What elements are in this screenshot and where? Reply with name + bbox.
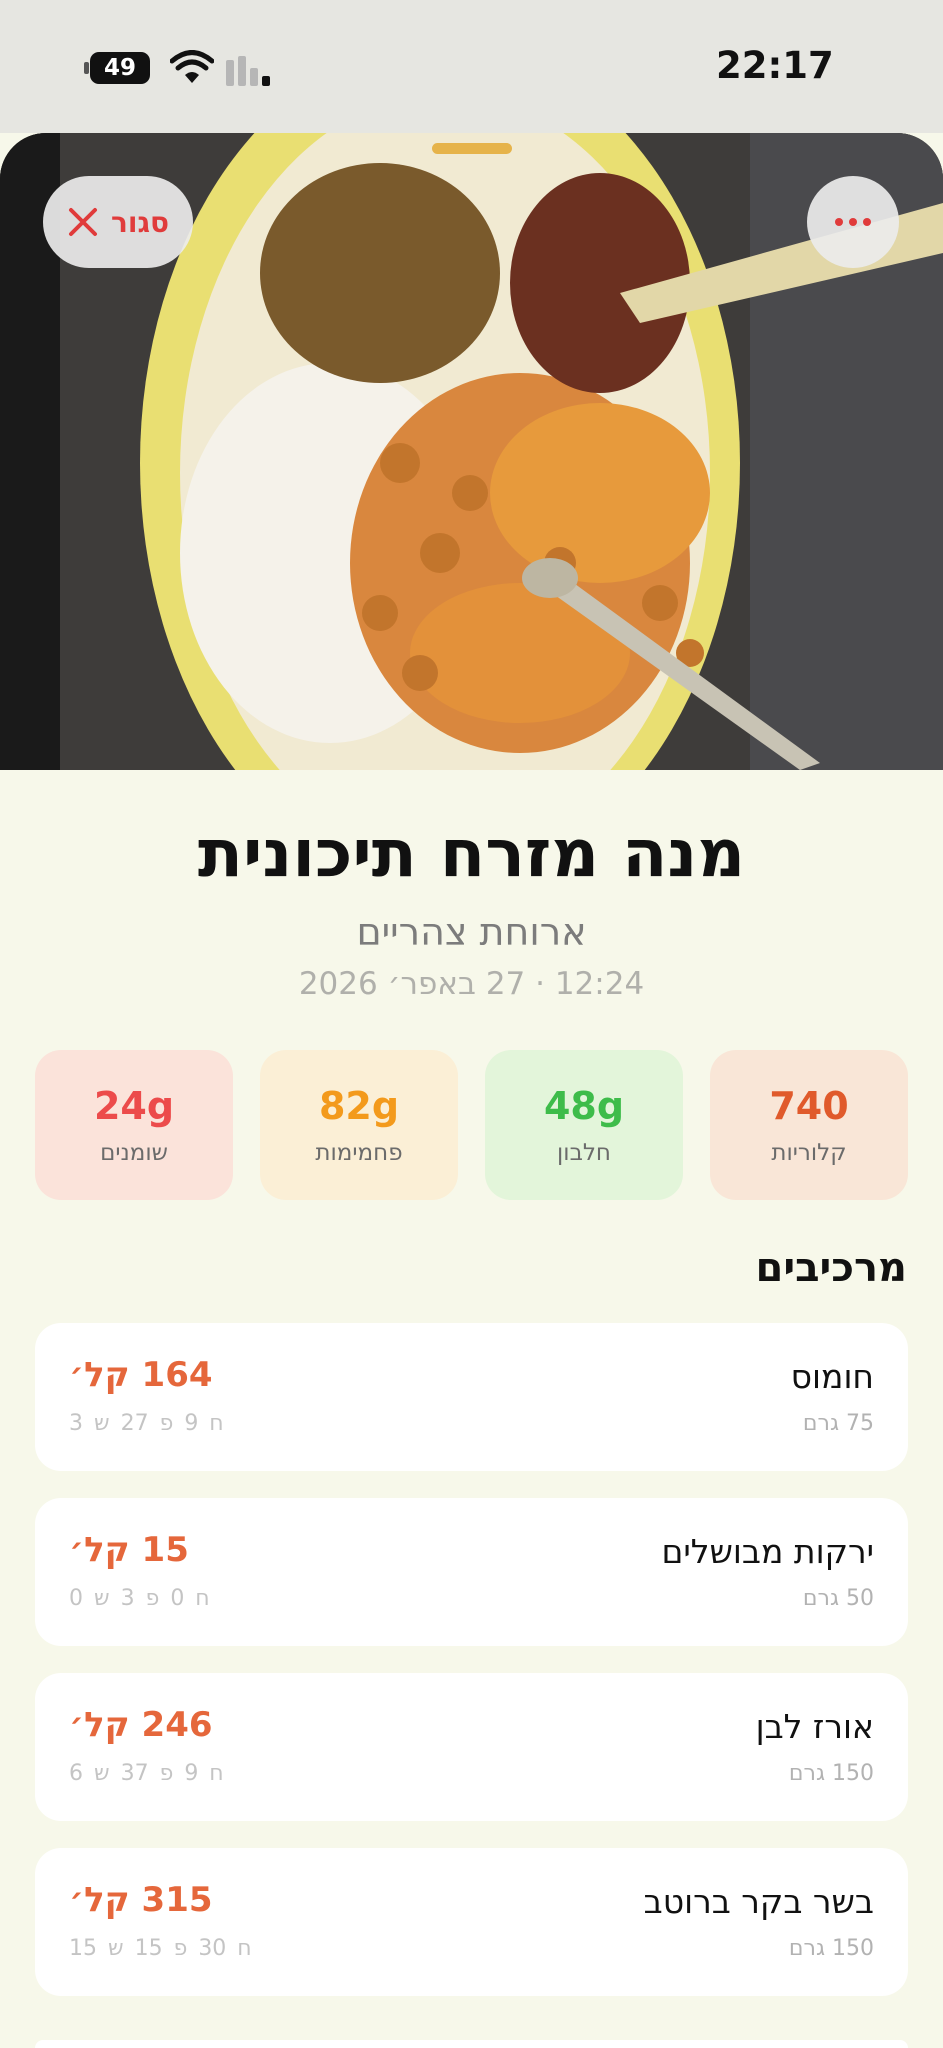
meal-title: מנה מזרח תיכונית bbox=[197, 815, 746, 892]
battery-level: 49 bbox=[90, 52, 150, 84]
battery-icon: 49 bbox=[84, 52, 152, 85]
close-icon bbox=[68, 208, 97, 236]
protein-value: 48g bbox=[543, 1084, 625, 1128]
more-options-button[interactable] bbox=[807, 176, 899, 268]
fat-value: 24g bbox=[93, 1084, 175, 1128]
calories-value: 740 bbox=[769, 1084, 849, 1128]
ingredient-macros: ח 9 פ 37 ש 6 bbox=[69, 1761, 224, 1786]
ingredient-macros: ח 30 פ 15 ש 15 bbox=[69, 1936, 252, 1961]
ingredient-item-partial[interactable] bbox=[35, 2040, 908, 2048]
signal-icon bbox=[226, 54, 276, 86]
carbs-label: פחמימות bbox=[315, 1140, 403, 1166]
ingredient-calories: 246 קל׳ bbox=[69, 1705, 213, 1745]
protein-label: חלבון bbox=[557, 1140, 611, 1166]
meal-datetime: 12:24 · 27 באפר׳ 2026 bbox=[298, 966, 645, 1002]
meal-type: ארוחת צהריים bbox=[356, 910, 587, 954]
ingredient-calories: 315 קל׳ bbox=[69, 1880, 213, 1920]
ingredient-weight: 150 גרם bbox=[788, 1936, 874, 1961]
ingredient-item[interactable]: אורז לבן 150 גרם 246 קל׳ ח 9 פ 37 ש 6 bbox=[35, 1673, 908, 1821]
ingredient-calories: 15 קל׳ bbox=[69, 1530, 189, 1570]
calories-card: 740 קלוריות bbox=[710, 1050, 908, 1200]
status-bar: 49 22:17 bbox=[0, 0, 943, 133]
carbs-value: 82g bbox=[318, 1084, 400, 1128]
ingredient-item[interactable]: ירקות מבושלים 50 גרם 15 קל׳ ח 0 פ 3 ש 0 bbox=[35, 1498, 908, 1646]
ingredient-item[interactable]: בשר בקר ברוטב 150 גרם 315 קל׳ ח 30 פ 15 … bbox=[35, 1848, 908, 1996]
ingredient-name: חומוס bbox=[790, 1357, 874, 1396]
ingredient-weight: 75 גרם bbox=[802, 1411, 874, 1436]
ingredient-calories: 164 קל׳ bbox=[69, 1355, 213, 1395]
ingredient-macros: ח 9 פ 27 ש 3 bbox=[69, 1411, 224, 1436]
carbs-card: 82g פחמימות bbox=[260, 1050, 458, 1200]
wifi-icon bbox=[170, 50, 214, 83]
close-label: סגור bbox=[110, 205, 169, 239]
ingredient-weight: 150 גרם bbox=[788, 1761, 874, 1786]
ingredients-heading: מרכיבים bbox=[755, 1245, 907, 1291]
status-time: 22:17 bbox=[716, 44, 834, 87]
close-button[interactable]: סגור bbox=[43, 176, 193, 268]
protein-card: 48g חלבון bbox=[485, 1050, 683, 1200]
ingredient-macros: ח 0 פ 3 ש 0 bbox=[69, 1586, 210, 1611]
calories-label: קלוריות bbox=[771, 1140, 847, 1166]
sheet-grabber[interactable] bbox=[432, 143, 512, 154]
fat-label: שומנים bbox=[100, 1140, 168, 1166]
ingredient-weight: 50 גרם bbox=[802, 1586, 874, 1611]
ingredient-name: בשר בקר ברוטב bbox=[643, 1882, 874, 1921]
ingredient-name: אורז לבן bbox=[755, 1707, 874, 1746]
ingredient-item[interactable]: חומוס 75 גרם 164 קל׳ ח 9 פ 27 ש 3 bbox=[35, 1323, 908, 1471]
fat-card: 24g שומנים bbox=[35, 1050, 233, 1200]
ingredient-name: ירקות מבושלים bbox=[661, 1532, 875, 1571]
ellipsis-icon bbox=[835, 218, 843, 226]
